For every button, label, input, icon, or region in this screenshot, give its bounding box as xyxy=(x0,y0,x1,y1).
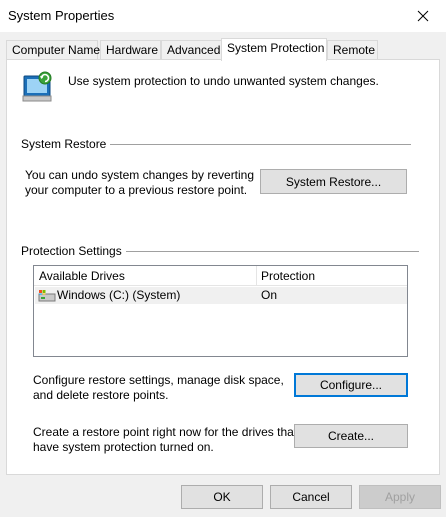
drives-list[interactable]: Available Drives Protection Windows (C:)… xyxy=(33,265,408,357)
apply-button[interactable]: Apply xyxy=(359,485,441,509)
drives-list-header: Available Drives Protection xyxy=(34,266,407,286)
create-description: Create a restore point right now for the… xyxy=(33,425,297,455)
drive-icon xyxy=(38,289,56,306)
create-desc-line2: have system protection turned on. xyxy=(33,440,214,454)
configure-description: Configure restore settings, manage disk … xyxy=(33,373,284,403)
tab-computer-name[interactable]: Computer Name xyxy=(6,40,100,60)
cancel-button[interactable]: Cancel xyxy=(270,485,352,509)
close-icon xyxy=(417,10,429,22)
configure-button[interactable]: Configure... xyxy=(294,373,408,397)
system-restore-description: You can undo system changes by reverting… xyxy=(25,168,254,198)
close-button[interactable] xyxy=(400,0,446,32)
dialog-footer: OK Cancel Apply xyxy=(0,475,446,517)
tab-advanced[interactable]: Advanced xyxy=(161,40,222,60)
system-restore-desc-line1: You can undo system changes by reverting xyxy=(25,168,255,182)
tab-hardware[interactable]: Hardware xyxy=(100,40,161,60)
column-separator xyxy=(256,266,257,286)
ok-button[interactable]: OK xyxy=(181,485,263,509)
column-available-drives[interactable]: Available Drives xyxy=(39,269,125,283)
create-desc-line1: Create a restore point right now for the… xyxy=(33,425,298,439)
window-title: System Properties xyxy=(8,8,115,23)
tab-system-protection[interactable]: System Protection xyxy=(221,38,327,61)
system-protection-icon xyxy=(21,70,55,102)
drive-protection-status: On xyxy=(261,288,278,302)
drive-name: Windows (C:) (System) xyxy=(57,288,181,302)
drive-row[interactable]: Windows (C:) (System) On xyxy=(35,287,407,304)
create-button[interactable]: Create... xyxy=(294,424,408,448)
intro-text: Use system protection to undo unwanted s… xyxy=(68,74,379,88)
configure-desc-line2: and delete restore points. xyxy=(33,388,169,402)
protection-settings-title: Protection Settings xyxy=(21,244,126,258)
system-restore-desc-line2: your computer to a previous restore poin… xyxy=(25,183,248,197)
system-restore-button[interactable]: System Restore... xyxy=(260,169,407,194)
column-protection[interactable]: Protection xyxy=(261,269,315,283)
title-bar: System Properties xyxy=(0,0,446,32)
tab-remote[interactable]: Remote xyxy=(327,40,378,60)
system-protection-panel: Use system protection to undo unwanted s… xyxy=(6,59,440,475)
configure-desc-line1: Configure restore settings, manage disk … xyxy=(33,373,284,387)
system-restore-title: System Restore xyxy=(21,137,111,151)
